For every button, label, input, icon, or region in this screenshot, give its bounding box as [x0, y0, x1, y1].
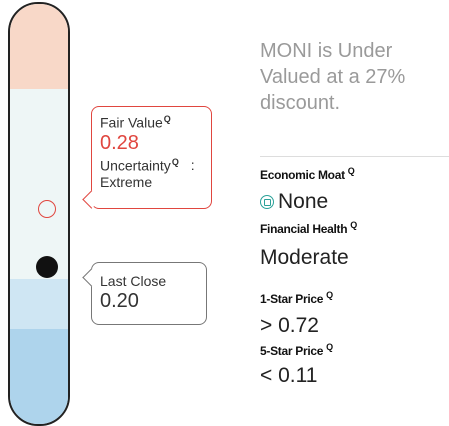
- undervalued-zone-light: [10, 279, 68, 329]
- overvalued-zone: [10, 4, 68, 89]
- magnifier-q-icon[interactable]: Q: [326, 342, 333, 352]
- fair-value-value: 0.28: [100, 131, 139, 154]
- economic-moat-label-row: Economic Moat Q: [260, 166, 355, 182]
- five-star-price-label-row: 5-Star Price Q: [260, 342, 333, 358]
- one-star-price-label-row: 1-Star Price Q: [260, 290, 333, 306]
- uncertainty-separator: :: [190, 157, 195, 174]
- five-star-price-label: 5-Star Price: [260, 344, 324, 358]
- fair-value-label-row: Fair ValueQ: [100, 111, 203, 132]
- economic-moat-value-row: None: [260, 190, 328, 214]
- last-close-callout: Last Close 0.20: [82, 262, 207, 325]
- magnifier-q-icon[interactable]: Q: [326, 290, 333, 300]
- one-star-price-label: 1-Star Price: [260, 292, 324, 306]
- one-star-price-value: > 0.72: [260, 314, 319, 337]
- magnifier-q-icon[interactable]: Q: [348, 166, 355, 176]
- financial-health-label-row: Financial Health Q: [260, 220, 357, 236]
- fair-value-callout: Fair ValueQ 0.28 UncertaintyQ : Extreme: [82, 106, 212, 209]
- fair-zone: [10, 89, 68, 279]
- fair-value-label: Fair Value: [100, 114, 163, 131]
- valuation-thermometer: [8, 2, 70, 426]
- callout-pointer: [82, 268, 101, 287]
- economic-moat-value: None: [278, 190, 329, 213]
- uncertainty-value: Extreme: [100, 174, 153, 191]
- undervalued-zone: [10, 329, 68, 424]
- uncertainty-label-row: UncertaintyQ :: [100, 154, 203, 175]
- uncertainty-label: Uncertainty: [100, 157, 171, 174]
- economic-moat-label: Economic Moat: [260, 168, 345, 182]
- magnifier-q-icon[interactable]: Q: [164, 114, 171, 124]
- fair-value-marker: [38, 200, 56, 218]
- divider: [260, 156, 449, 157]
- five-star-price-value: < 0.11: [260, 364, 318, 387]
- valuation-headline: MONI is Under Valued at a 27% discount.: [260, 40, 406, 114]
- last-close-marker: [36, 256, 58, 278]
- financial-health-value: Moderate: [260, 246, 349, 269]
- callout-pointer: [82, 190, 101, 209]
- magnifier-q-icon[interactable]: Q: [172, 157, 179, 167]
- moat-icon: [260, 195, 274, 210]
- last-close-label: Last Close: [100, 273, 167, 289]
- magnifier-q-icon[interactable]: Q: [350, 220, 357, 230]
- financial-health-label: Financial Health: [260, 222, 348, 236]
- last-close-value: 0.20: [100, 290, 139, 312]
